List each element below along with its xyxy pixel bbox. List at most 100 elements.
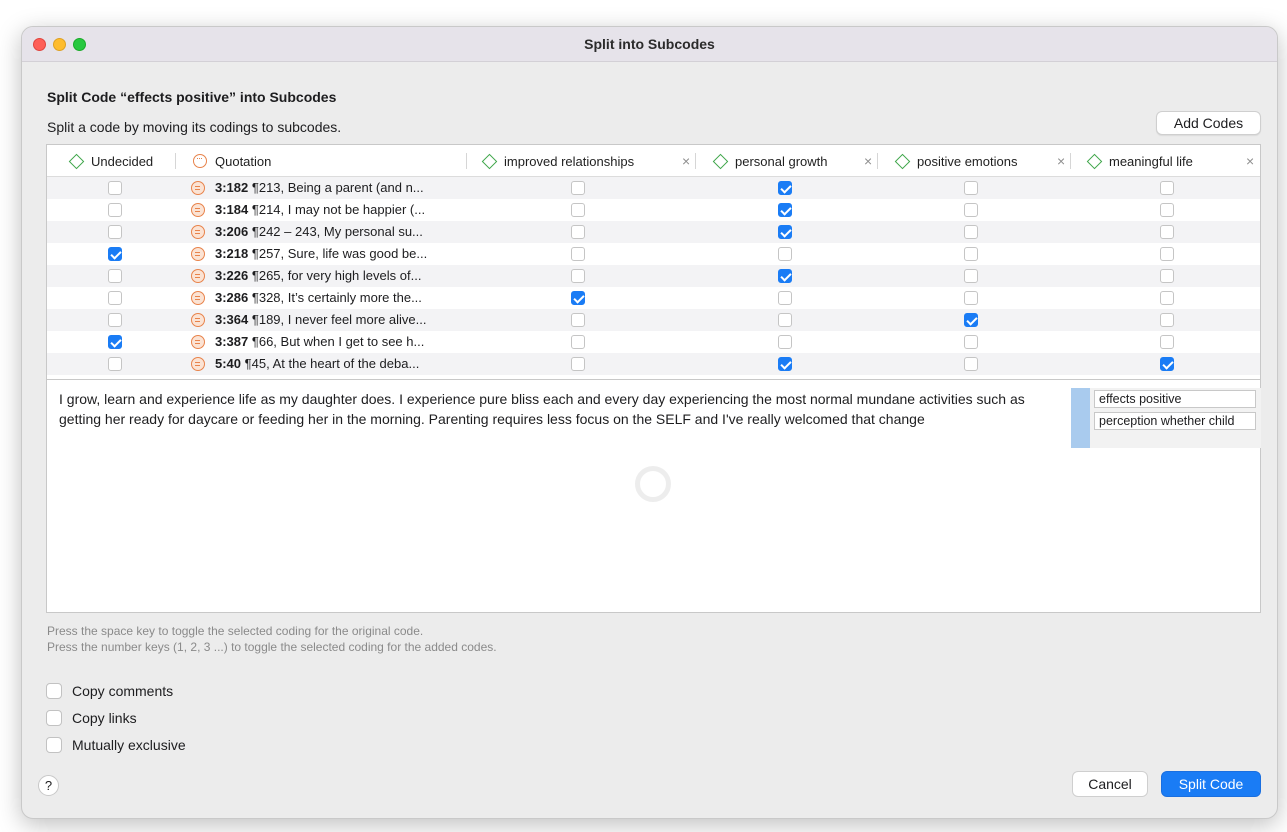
- remove-code-4-icon[interactable]: ×: [1246, 153, 1254, 169]
- code-2-checkbox[interactable]: [778, 247, 792, 261]
- column-code-1[interactable]: improved relationships: [481, 145, 634, 177]
- column-undecided[interactable]: Undecided: [68, 145, 153, 177]
- code-3-checkbox[interactable]: [964, 247, 978, 261]
- column-quotation-label: Quotation: [215, 153, 272, 169]
- code-1-checkbox[interactable]: [571, 335, 585, 349]
- quotation-id: 3:206: [215, 224, 249, 239]
- code-2-checkbox[interactable]: [778, 357, 792, 371]
- code-1-checkbox[interactable]: [571, 313, 585, 327]
- code-2-checkbox[interactable]: [778, 335, 792, 349]
- code-4-checkbox[interactable]: [1160, 203, 1174, 217]
- code-4-checkbox[interactable]: [1160, 313, 1174, 327]
- margin-code-tag[interactable]: perception whether child: [1094, 412, 1256, 430]
- code-diamond-icon: [481, 153, 498, 169]
- code-2-checkbox[interactable]: [778, 291, 792, 305]
- add-codes-button[interactable]: Add Codes: [1156, 111, 1261, 135]
- code-1-checkbox[interactable]: [571, 181, 585, 195]
- code-3-checkbox[interactable]: [964, 313, 978, 327]
- code-2-checkbox[interactable]: [778, 313, 792, 327]
- table-row[interactable]: 3:182 ¶213, Being a parent (and n...: [47, 177, 1260, 199]
- quotation-icon: [191, 225, 205, 239]
- undecided-checkbox[interactable]: [108, 203, 122, 217]
- loading-spinner-icon: [635, 466, 671, 502]
- copy-links-option[interactable]: Copy links: [46, 710, 137, 726]
- undecided-checkbox[interactable]: [108, 357, 122, 371]
- code-1-checkbox[interactable]: [571, 269, 585, 283]
- copy-comments-option[interactable]: Copy comments: [46, 683, 173, 699]
- code-4-checkbox[interactable]: [1160, 181, 1174, 195]
- undecided-checkbox[interactable]: [108, 313, 122, 327]
- table-row[interactable]: 3:364 ¶189, I never feel more alive...: [47, 309, 1260, 331]
- mutually-exclusive-checkbox[interactable]: [46, 737, 62, 753]
- preview-text: I grow, learn and experience life as my …: [59, 391, 1025, 427]
- column-separator: [175, 153, 176, 169]
- dialog-description: Split a code by moving its codings to su…: [47, 119, 342, 135]
- code-1-checkbox[interactable]: [571, 291, 585, 305]
- undecided-checkbox[interactable]: [108, 291, 122, 305]
- quotation-excerpt: ¶242 – 243, My personal su...: [248, 224, 423, 239]
- table-row[interactable]: 3:218 ¶257, Sure, life was good be...: [47, 243, 1260, 265]
- table-row[interactable]: 3:286 ¶328, It’s certainly more the...: [47, 287, 1260, 309]
- code-4-checkbox[interactable]: [1160, 335, 1174, 349]
- remove-code-2-icon[interactable]: ×: [864, 153, 872, 169]
- cancel-button[interactable]: Cancel: [1072, 771, 1148, 797]
- code-1-checkbox[interactable]: [571, 357, 585, 371]
- code-1-checkbox[interactable]: [571, 225, 585, 239]
- quotation-id: 5:40: [215, 356, 242, 371]
- undecided-checkbox[interactable]: [108, 225, 122, 239]
- code-4-checkbox[interactable]: [1160, 291, 1174, 305]
- copy-links-label: Copy links: [72, 710, 137, 726]
- copy-links-checkbox[interactable]: [46, 710, 62, 726]
- quotation-text: 3:387 ¶66, But when I get to see h...: [215, 334, 424, 349]
- code-3-checkbox[interactable]: [964, 335, 978, 349]
- undecided-checkbox[interactable]: [108, 181, 122, 195]
- undecided-checkbox[interactable]: [108, 335, 122, 349]
- quotation-excerpt: ¶213, Being a parent (and n...: [248, 180, 424, 195]
- code-2-checkbox[interactable]: [778, 269, 792, 283]
- table-header: Undecided Quotation improved relationshi…: [47, 145, 1260, 177]
- quotation-text: 3:226 ¶265, for very high levels of...: [215, 268, 421, 283]
- column-separator: [1070, 153, 1071, 169]
- copy-comments-checkbox[interactable]: [46, 683, 62, 699]
- quotation-id: 3:182: [215, 180, 249, 195]
- code-3-checkbox[interactable]: [964, 291, 978, 305]
- undecided-checkbox[interactable]: [108, 247, 122, 261]
- code-diamond-icon: [712, 153, 729, 169]
- code-4-checkbox[interactable]: [1160, 269, 1174, 283]
- remove-code-1-icon[interactable]: ×: [682, 153, 690, 169]
- undecided-checkbox[interactable]: [108, 269, 122, 283]
- code-3-checkbox[interactable]: [964, 181, 978, 195]
- mutually-exclusive-option[interactable]: Mutually exclusive: [46, 737, 186, 753]
- code-4-checkbox[interactable]: [1160, 357, 1174, 371]
- column-quotation[interactable]: Quotation: [193, 145, 271, 177]
- table-row[interactable]: 3:226 ¶265, for very high levels of...: [47, 265, 1260, 287]
- table-row[interactable]: 5:40 ¶45, At the heart of the deba...: [47, 353, 1260, 375]
- code-3-checkbox[interactable]: [964, 269, 978, 283]
- column-code-3[interactable]: positive emotions: [894, 145, 1017, 177]
- table-row[interactable]: 3:184 ¶214, I may not be happier (...: [47, 199, 1260, 221]
- code-1-checkbox[interactable]: [571, 247, 585, 261]
- code-4-checkbox[interactable]: [1160, 247, 1174, 261]
- quotation-icon: [191, 313, 205, 327]
- table-row[interactable]: 3:206 ¶242 – 243, My personal su...: [47, 221, 1260, 243]
- help-button[interactable]: ?: [38, 775, 59, 796]
- remove-code-3-icon[interactable]: ×: [1057, 153, 1065, 169]
- code-2-checkbox[interactable]: [778, 225, 792, 239]
- code-2-checkbox[interactable]: [778, 181, 792, 195]
- code-3-checkbox[interactable]: [964, 203, 978, 217]
- hint-space-key: Press the space key to toggle the select…: [47, 624, 424, 638]
- column-code-2[interactable]: personal growth: [712, 145, 828, 177]
- split-code-button[interactable]: Split Code: [1161, 771, 1261, 797]
- quotation-id: 3:226: [215, 268, 249, 283]
- margin-coding-bar[interactable]: [1071, 388, 1090, 448]
- quotation-icon: [191, 357, 205, 371]
- code-3-checkbox[interactable]: [964, 225, 978, 239]
- code-2-checkbox[interactable]: [778, 203, 792, 217]
- code-3-checkbox[interactable]: [964, 357, 978, 371]
- code-1-checkbox[interactable]: [571, 203, 585, 217]
- code-4-checkbox[interactable]: [1160, 225, 1174, 239]
- margin-code-tag[interactable]: effects positive: [1094, 390, 1256, 408]
- table-row[interactable]: 3:387 ¶66, But when I get to see h...: [47, 331, 1260, 353]
- quotation-icon: [191, 203, 205, 217]
- column-code-4[interactable]: meaningful life: [1086, 145, 1193, 177]
